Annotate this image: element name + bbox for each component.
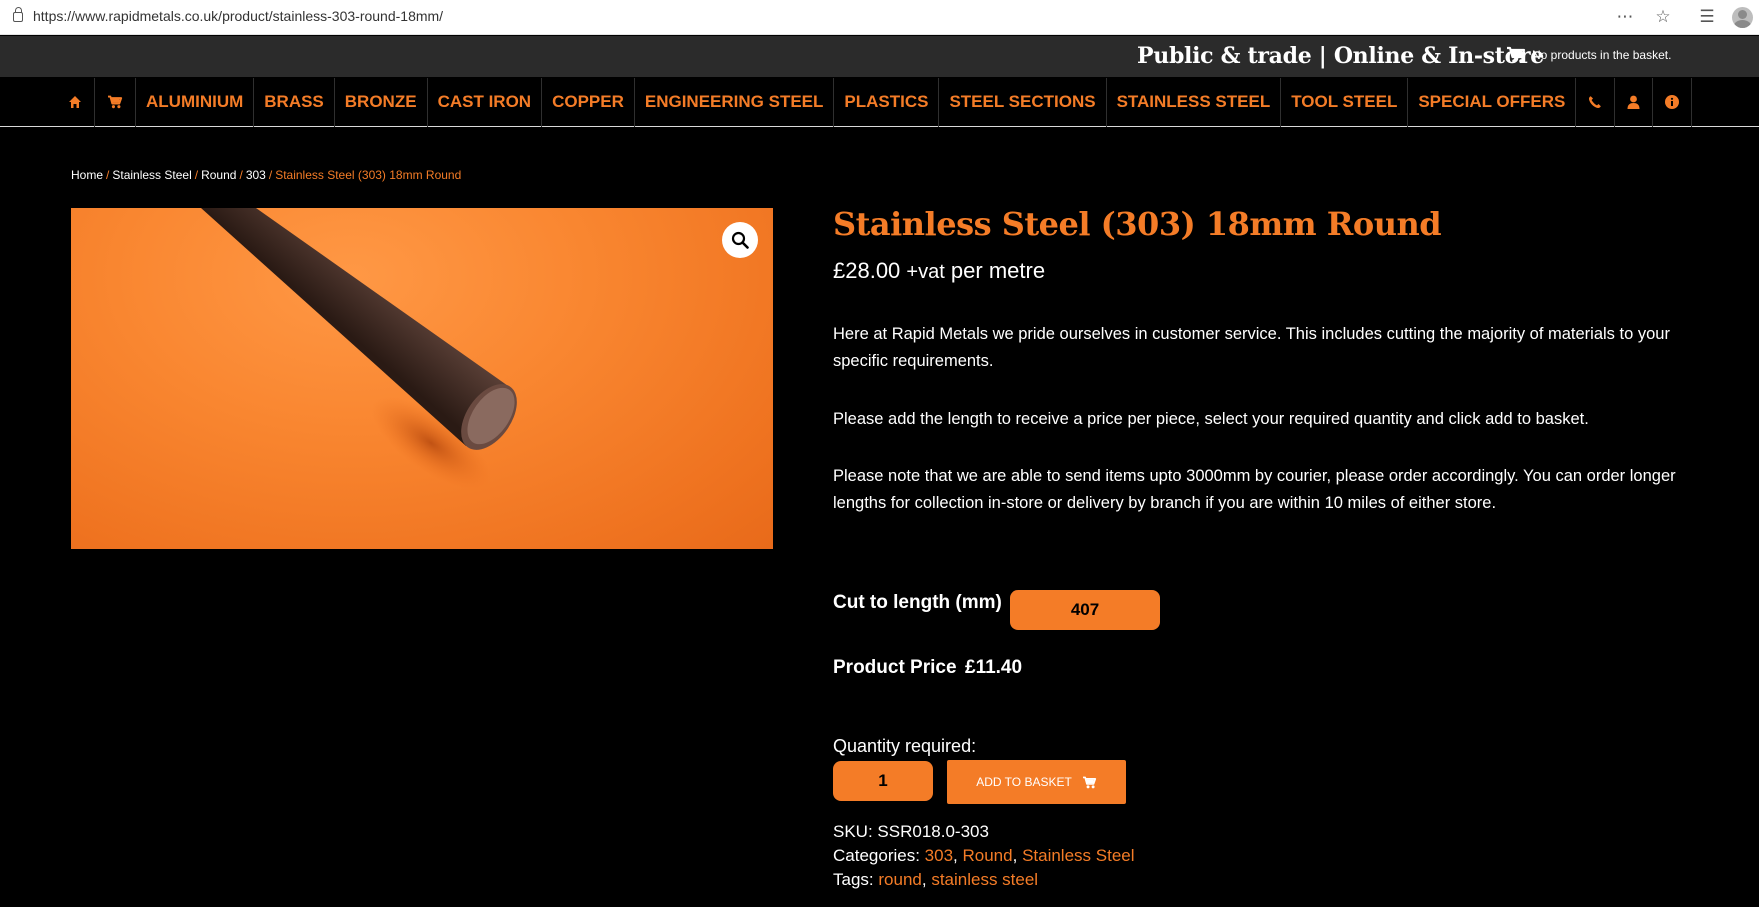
nav-stainless-steel[interactable]: STAINLESS STEEL bbox=[1107, 77, 1282, 127]
breadcrumb-separator: / bbox=[239, 168, 243, 182]
steel-bar-illustration bbox=[201, 208, 517, 490]
product-price: £28.00 +vat per metre bbox=[833, 258, 1045, 284]
product-price-label: Product Price bbox=[833, 657, 957, 678]
quantity-input[interactable] bbox=[833, 761, 933, 801]
tags-label: Tags: bbox=[833, 870, 874, 889]
address-bar-url[interactable]: https://www.rapidmetals.co.uk/product/st… bbox=[33, 8, 443, 24]
account-icon bbox=[1627, 95, 1640, 109]
description-paragraph: Please note that we are able to send ite… bbox=[833, 467, 1676, 512]
quantity-label: Quantity required: bbox=[833, 736, 977, 756]
product-categories: Categories: 303, Round, Stainless Steel bbox=[833, 846, 1135, 865]
add-to-basket-button[interactable]: ADD TO BASKET bbox=[947, 760, 1126, 804]
nav-brass[interactable]: BRASS bbox=[254, 77, 335, 127]
price-vat-suffix: +vat bbox=[906, 261, 945, 283]
nav-phone[interactable] bbox=[1576, 77, 1616, 127]
breadcrumb-303[interactable]: 303 bbox=[246, 168, 266, 182]
breadcrumb-separator: / bbox=[194, 168, 199, 182]
nav-special-offers[interactable]: SPECIAL OFFERS bbox=[1408, 77, 1577, 127]
nav-cast-iron[interactable]: CAST IRON bbox=[428, 77, 543, 127]
sku-value: SSR018.0-303 bbox=[877, 822, 989, 841]
top-strip: Public & trade | Online & In-store No pr… bbox=[0, 36, 1759, 77]
favorite-star-icon[interactable]: ☆ bbox=[1652, 6, 1674, 28]
lock-icon[interactable] bbox=[13, 7, 23, 22]
category-link-round[interactable]: Round bbox=[963, 846, 1013, 865]
nav-copper[interactable]: COPPER bbox=[542, 77, 635, 127]
description-paragraph: Please add the length to receive a price… bbox=[833, 410, 1589, 428]
magnifier-icon bbox=[731, 231, 749, 249]
price-unit-suffix: per metre bbox=[950, 258, 1046, 283]
zoom-button[interactable] bbox=[722, 222, 758, 258]
breadcrumb-separator: / bbox=[268, 168, 273, 182]
cut-length-input[interactable] bbox=[1010, 590, 1160, 630]
home-icon bbox=[69, 96, 81, 108]
product-sku: SKU: SSR018.0-303 bbox=[833, 822, 989, 842]
tag-link-stainless-steel[interactable]: stainless steel bbox=[931, 870, 1038, 889]
add-to-basket-label: ADD TO BASKET bbox=[976, 775, 1072, 789]
nav-cart[interactable] bbox=[95, 77, 136, 127]
product-tags: Tags: round, stainless steel bbox=[833, 870, 1039, 889]
product-title: Stainless Steel (303) 18mm Round bbox=[833, 205, 1442, 243]
nav-bronze[interactable]: BRONZE bbox=[335, 77, 428, 127]
nav-plastics[interactable]: PLASTICS bbox=[834, 77, 940, 127]
breadcrumb: Home / Stainless Steel / Round/303/Stainless… bbox=[71, 168, 461, 182]
description-paragraph: Here at Rapid Metals we pride ourselves … bbox=[833, 325, 1670, 370]
category-link-303[interactable]: 303 bbox=[925, 846, 953, 865]
nav-account[interactable] bbox=[1615, 77, 1654, 127]
breadcrumb-current: Stainless Steel (303) 18mm Round bbox=[275, 168, 462, 182]
breadcrumb-stainless-steel[interactable]: Stainless Steel bbox=[112, 168, 191, 182]
cart-icon bbox=[108, 95, 123, 109]
cut-length-label: Cut to length (mm) bbox=[833, 592, 1002, 613]
price-amount: £28.00 bbox=[833, 258, 901, 283]
nav-home[interactable] bbox=[56, 77, 95, 127]
nav-info[interactable] bbox=[1653, 77, 1693, 127]
address-bar[interactable]: https://www.rapidmetals.co.uk/product/st… bbox=[4, 4, 1680, 30]
category-link-stainless-steel[interactable]: Stainless Steel bbox=[1022, 846, 1134, 865]
breadcrumb-home[interactable]: Home bbox=[71, 168, 103, 182]
breadcrumb-round[interactable]: Round bbox=[201, 168, 236, 182]
favorites-list-icon[interactable]: ☰ bbox=[1696, 6, 1718, 28]
nav-tool-steel[interactable]: TOOL STEEL bbox=[1281, 77, 1409, 127]
site-tagline: Public & trade | Online & In-store bbox=[1137, 43, 1544, 69]
browser-toolbar: https://www.rapidmetals.co.uk/product/st… bbox=[0, 0, 1759, 35]
cart-icon bbox=[1082, 776, 1096, 788]
basket-status: No products in the basket. bbox=[1532, 48, 1672, 62]
main-nav: ALUMINIUM BRASS BRONZE CAST IRON COPPER … bbox=[0, 77, 1759, 127]
categories-label: Categories: bbox=[833, 846, 920, 865]
product-image[interactable] bbox=[71, 208, 773, 549]
info-icon bbox=[1665, 95, 1680, 109]
cart-icon bbox=[1507, 46, 1526, 63]
nav-steel-sections[interactable]: STEEL SECTIONS bbox=[939, 77, 1107, 127]
sku-label: SKU: bbox=[833, 822, 873, 841]
breadcrumb-separator: / bbox=[106, 168, 110, 182]
nav-engineering-steel[interactable]: ENGINEERING STEEL bbox=[635, 77, 835, 127]
phone-icon bbox=[1589, 96, 1602, 109]
profile-avatar-icon[interactable] bbox=[1732, 7, 1753, 28]
nav-aluminium[interactable]: ALUMINIUM bbox=[136, 77, 255, 127]
tag-link-round[interactable]: round bbox=[878, 870, 921, 889]
reader-mode-icon[interactable]: ⋯ bbox=[1614, 6, 1636, 28]
product-price-value: £11.40 bbox=[965, 657, 1023, 678]
mini-basket[interactable]: No products in the basket. bbox=[1506, 46, 1671, 64]
